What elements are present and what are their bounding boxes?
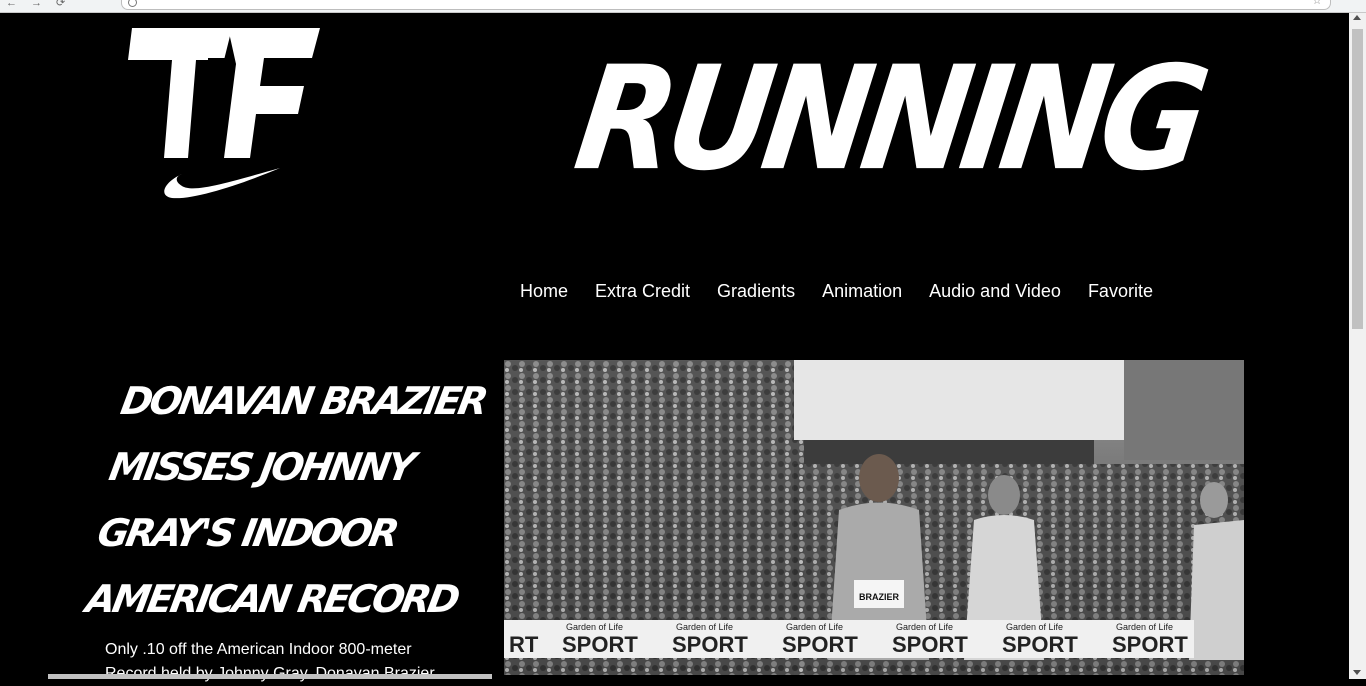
site-title: RUNNING <box>566 36 1211 203</box>
banner-sponsor: Garden of Life <box>566 622 623 632</box>
nav-animation[interactable]: Animation <box>822 280 902 302</box>
article-photo: BRAZIER RT Garden of Life SPORT Garden o… <box>504 360 1244 675</box>
banner-sponsor: Garden of Life <box>676 622 733 632</box>
banner-sponsor: Garden of Life <box>1116 622 1173 632</box>
main-nav: Home Extra Credit Gradients Animation Au… <box>520 280 1153 302</box>
banner-word: SPORT <box>1112 632 1188 657</box>
tf-nike-logo-icon <box>128 28 320 199</box>
bookmark-star-icon[interactable]: ☆ <box>1312 0 1322 7</box>
banner-sponsor: Garden of Life <box>786 622 843 632</box>
nav-extra-credit[interactable]: Extra Credit <box>595 280 690 302</box>
browser-toolbar: ←→⟳ ☆ <box>0 0 1366 13</box>
browser-nav-buttons[interactable]: ←→⟳ <box>6 0 79 9</box>
nav-favorite[interactable]: Favorite <box>1088 280 1153 302</box>
banner-word: SPORT <box>892 632 968 657</box>
scroll-down-icon[interactable] <box>1353 670 1361 675</box>
nav-home[interactable]: Home <box>520 280 568 302</box>
banner-word: SPORT <box>782 632 858 657</box>
svg-text:RT: RT <box>509 632 539 657</box>
nav-audio-video[interactable]: Audio and Video <box>929 280 1061 302</box>
race-finish-photo: BRAZIER RT Garden of Life SPORT Garden o… <box>504 360 1244 675</box>
bib-label: BRAZIER <box>859 592 899 602</box>
scrollbar-thumb[interactable] <box>1352 29 1363 329</box>
banner-sponsor: Garden of Life <box>896 622 953 632</box>
lock-icon <box>128 0 137 7</box>
headline-line: Donavan Brazier <box>117 379 489 423</box>
banner-sponsor: Garden of Life <box>1006 622 1063 632</box>
headline-line: Gray's Indoor <box>94 511 400 555</box>
nav-gradients[interactable]: Gradients <box>717 280 795 302</box>
article-headline: Donavan Brazier misses Johnny Gray's Ind… <box>81 368 508 632</box>
vertical-scrollbar[interactable] <box>1349 13 1366 679</box>
horizontal-scrollbar-thumb[interactable] <box>48 674 492 679</box>
banner-word: SPORT <box>672 632 748 657</box>
scroll-up-icon[interactable] <box>1353 15 1361 20</box>
banner-word: SPORT <box>1002 632 1078 657</box>
banner-word: SPORT <box>562 632 638 657</box>
headline-line: misses Johnny <box>105 445 416 489</box>
address-bar[interactable]: ☆ <box>121 0 1331 10</box>
site-logo[interactable] <box>124 24 324 204</box>
headline-line: American Record <box>82 577 461 621</box>
